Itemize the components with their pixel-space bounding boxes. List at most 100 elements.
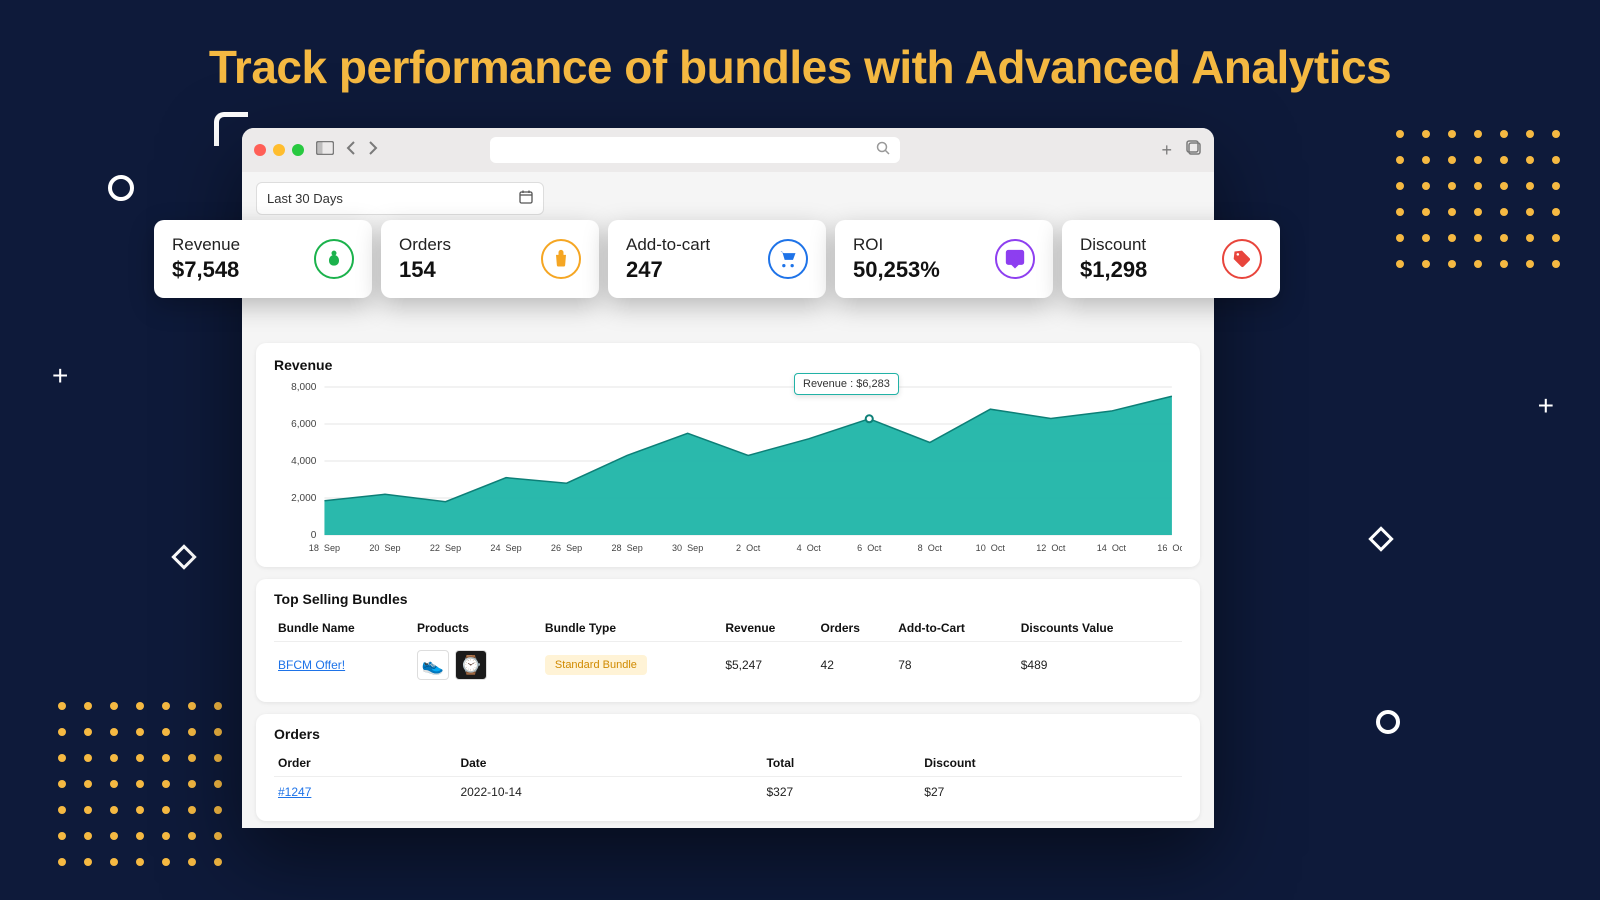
nav-back-icon[interactable] (346, 141, 356, 159)
page-headline: Track performance of bundles with Advanc… (0, 40, 1600, 94)
browser-window: + Last 30 Days Revenue$7,548Orders154Add… (242, 128, 1214, 828)
svg-text:6 Oct: 6 Oct (857, 543, 882, 553)
svg-text:30 Sep: 30 Sep (672, 543, 703, 553)
bundle-type-badge: Standard Bundle (545, 655, 647, 675)
svg-text:22 Sep: 22 Sep (430, 543, 461, 553)
top-selling-card: Top Selling Bundles Bundle NameProductsB… (256, 579, 1200, 702)
new-tab-icon[interactable]: + (1161, 140, 1172, 161)
svg-text:26 Sep: 26 Sep (551, 543, 582, 553)
svg-text:2,000: 2,000 (291, 493, 317, 504)
deco-dots (58, 702, 222, 866)
svg-text:8,000: 8,000 (291, 382, 317, 393)
product-thumbs: 👟⌚ (417, 650, 537, 680)
kpi-label: Add-to-cart (626, 235, 710, 255)
svg-text:6,000: 6,000 (291, 419, 317, 430)
kpi-label: Orders (399, 235, 451, 255)
column-header: Add-to-Cart (894, 615, 1016, 642)
cell-revenue: $5,247 (721, 642, 816, 689)
kpi-card-add-to-cart[interactable]: Add-to-cart247 (608, 220, 826, 298)
orders-table: OrderDateTotalDiscount #1247 2022-10-14 … (274, 750, 1182, 807)
kpi-card-roi[interactable]: ROI50,253%% (835, 220, 1053, 298)
kpi-label: ROI (853, 235, 940, 255)
svg-text:14 Oct: 14 Oct (1097, 543, 1127, 553)
tabs-icon[interactable] (1186, 140, 1202, 161)
product-thumb-shoe-icon: 👟 (417, 650, 449, 680)
chart-area: 0 2,000 4,000 6,000 8,000 18 Sep 20 Sep 22 Sep 2… (274, 377, 1182, 557)
deco-plus: + (1538, 390, 1554, 422)
cell-total: $327 (762, 777, 920, 808)
svg-text:4 Oct: 4 Oct (797, 543, 822, 553)
red-kpi-icon (1222, 239, 1262, 279)
column-header: Bundle Type (541, 615, 721, 642)
svg-text:20 Sep: 20 Sep (369, 543, 400, 553)
column-header: Total (762, 750, 920, 777)
kpi-row: Revenue$7,548Orders154Add-to-cart247ROI5… (154, 220, 1280, 298)
column-header: Order (274, 750, 456, 777)
table-row: #1247 2022-10-14 $327 $27 (274, 777, 1182, 808)
column-header: Discount (920, 750, 1182, 777)
chart-title: Revenue (274, 357, 1182, 373)
kpi-value: $1,298 (1080, 257, 1147, 283)
top-selling-title: Top Selling Bundles (274, 591, 1182, 607)
kpi-card-discount[interactable]: Discount$1,298 (1062, 220, 1280, 298)
orders-card: Orders OrderDateTotalDiscount #1247 2022… (256, 714, 1200, 821)
sidebar-toggle-icon[interactable] (316, 141, 334, 159)
orders-title: Orders (274, 726, 1182, 742)
date-range-label: Last 30 Days (267, 191, 343, 206)
bundle-link[interactable]: BFCM Offer! (278, 658, 345, 672)
deco-diamond (171, 544, 196, 569)
blue-kpi-icon (768, 239, 808, 279)
revenue-chart-card: Revenue 0 2,000 4,000 6,000 8,000 18 Sep 20 Se… (256, 343, 1200, 567)
deco-ring (1376, 710, 1400, 734)
orange-kpi-icon (541, 239, 581, 279)
svg-text:28 Sep: 28 Sep (611, 543, 642, 553)
deco-ring (108, 175, 134, 201)
purple-kpi-icon: % (995, 239, 1035, 279)
revenue-area-chart: 0 2,000 4,000 6,000 8,000 18 Sep 20 Sep 22 Sep 2… (274, 377, 1182, 557)
svg-text:16 Oct: 16 Oct (1157, 543, 1182, 553)
column-header: Products (413, 615, 541, 642)
kpi-label: Discount (1080, 235, 1147, 255)
green-kpi-icon (314, 239, 354, 279)
chart-tooltip: Revenue : $6,283 (794, 373, 899, 395)
kpi-value: 154 (399, 257, 451, 283)
table-row: BFCM Offer! 👟⌚ Standard Bundle $5,247 42… (274, 642, 1182, 689)
kpi-label: Revenue (172, 235, 240, 255)
svg-text:8 Oct: 8 Oct (918, 543, 943, 553)
deco-plus: + (52, 360, 68, 392)
order-link[interactable]: #1247 (278, 785, 311, 799)
column-header: Revenue (721, 615, 816, 642)
cell-date: 2022-10-14 (456, 777, 762, 808)
svg-text:18 Sep: 18 Sep (309, 543, 340, 553)
traffic-lights[interactable] (254, 144, 304, 156)
calendar-icon (519, 190, 533, 207)
cell-discount: $27 (920, 777, 1182, 808)
kpi-value: $7,548 (172, 257, 240, 283)
top-selling-table: Bundle NameProductsBundle TypeRevenueOrd… (274, 615, 1182, 688)
date-range-picker[interactable]: Last 30 Days (256, 182, 544, 215)
kpi-card-orders[interactable]: Orders154 (381, 220, 599, 298)
svg-text:24 Sep: 24 Sep (490, 543, 521, 553)
column-header: Bundle Name (274, 615, 413, 642)
kpi-value: 247 (626, 257, 710, 283)
browser-toolbar: + (242, 128, 1214, 172)
svg-text:10 Oct: 10 Oct (976, 543, 1006, 553)
column-header: Date (456, 750, 762, 777)
column-header: Discounts Value (1017, 615, 1182, 642)
product-thumb-watch-icon: ⌚ (455, 650, 487, 680)
kpi-card-revenue[interactable]: Revenue$7,548 (154, 220, 372, 298)
nav-forward-icon[interactable] (368, 141, 378, 159)
svg-text:12 Oct: 12 Oct (1036, 543, 1066, 553)
svg-text:2 Oct: 2 Oct (736, 543, 761, 553)
deco-dots (1396, 130, 1560, 268)
svg-text:0: 0 (311, 530, 317, 541)
address-bar[interactable] (490, 137, 900, 163)
deco-diamond (1368, 526, 1393, 551)
svg-text:4,000: 4,000 (291, 456, 317, 467)
cell-discount: $489 (1017, 642, 1182, 689)
dashboard-body: Last 30 Days Revenue$7,548Orders154Add-t… (242, 172, 1214, 828)
cell-orders: 42 (817, 642, 895, 689)
svg-text:%: % (1011, 253, 1019, 263)
kpi-value: 50,253% (853, 257, 940, 283)
search-icon (876, 141, 890, 160)
